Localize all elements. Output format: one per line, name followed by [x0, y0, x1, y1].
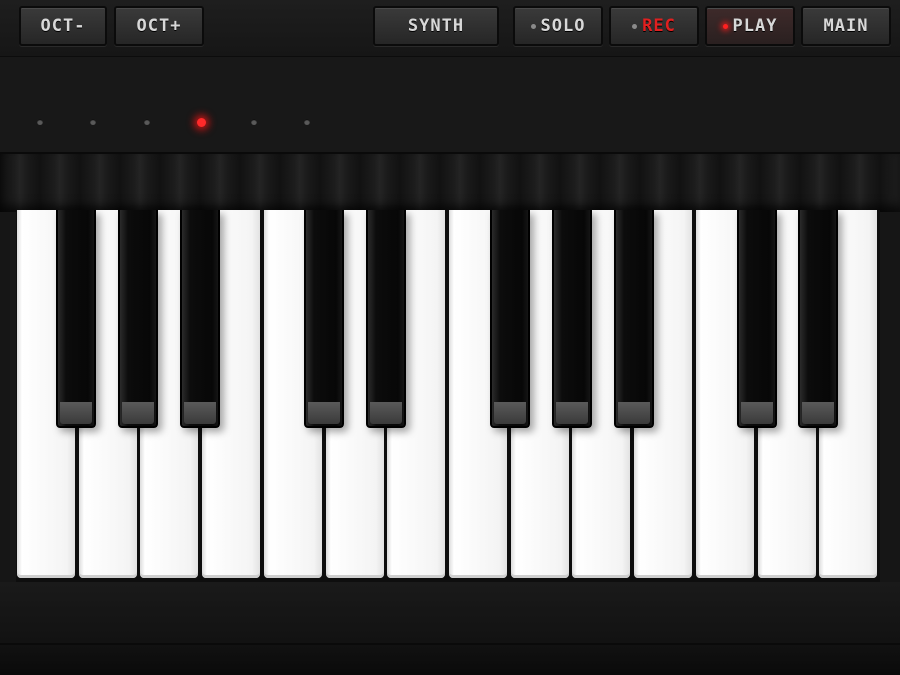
- octave-down-label: OCT-: [40, 16, 86, 36]
- black-key-cap: [618, 402, 650, 424]
- black-key[interactable]: [490, 210, 530, 428]
- record-label: REC: [642, 16, 676, 36]
- black-key-cap: [122, 402, 154, 424]
- record-led-icon: [632, 23, 638, 29]
- black-key-cap: [556, 402, 588, 424]
- piano-keyboard: [16, 210, 880, 582]
- black-key[interactable]: [798, 210, 838, 428]
- main-menu-button[interactable]: MAIN: [801, 6, 891, 46]
- solo-label: SOLO: [540, 16, 586, 36]
- play-label: PLAY: [732, 16, 778, 36]
- black-key-cap: [60, 402, 92, 424]
- black-key-cap: [308, 402, 340, 424]
- octave-down-button[interactable]: OCT-: [19, 6, 107, 46]
- solo-button[interactable]: SOLO: [513, 6, 603, 46]
- piano-app: OCT- OCT+ SYNTH SOLO REC PLAY MAIN: [0, 0, 900, 675]
- black-key[interactable]: [180, 210, 220, 428]
- main-menu-label: MAIN: [823, 16, 869, 36]
- black-key-cap: [370, 402, 402, 424]
- bottom-divider: [0, 643, 900, 645]
- synth-label: SYNTH: [407, 16, 465, 36]
- octave-dot-icon: [90, 119, 96, 125]
- black-key[interactable]: [304, 210, 344, 428]
- synth-button[interactable]: SYNTH: [373, 6, 499, 46]
- solo-led-icon: [530, 23, 536, 29]
- key-felt-band: [0, 152, 900, 212]
- black-key[interactable]: [118, 210, 158, 428]
- octave-indicator-strip: [0, 57, 900, 152]
- black-key-cap: [494, 402, 526, 424]
- black-key[interactable]: [737, 210, 777, 428]
- black-key-cap: [184, 402, 216, 424]
- octave-dot-icon: [144, 119, 150, 125]
- black-key-cap: [802, 402, 834, 424]
- black-key[interactable]: [614, 210, 654, 428]
- black-key-cap: [741, 402, 773, 424]
- bottom-panel: [0, 582, 900, 675]
- play-button[interactable]: PLAY: [705, 6, 795, 46]
- octave-dot-active-icon: [196, 117, 206, 127]
- play-led-icon: [722, 23, 728, 29]
- octave-up-button[interactable]: OCT+: [114, 6, 204, 46]
- octave-up-label: OCT+: [136, 16, 182, 36]
- black-key[interactable]: [366, 210, 406, 428]
- octave-dot-icon: [304, 119, 310, 125]
- octave-dot-icon: [37, 119, 43, 125]
- record-button[interactable]: REC: [609, 6, 699, 46]
- octave-dot-icon: [251, 119, 257, 125]
- black-key[interactable]: [552, 210, 592, 428]
- top-toolbar: OCT- OCT+ SYNTH SOLO REC PLAY MAIN: [0, 0, 900, 57]
- black-key[interactable]: [56, 210, 96, 428]
